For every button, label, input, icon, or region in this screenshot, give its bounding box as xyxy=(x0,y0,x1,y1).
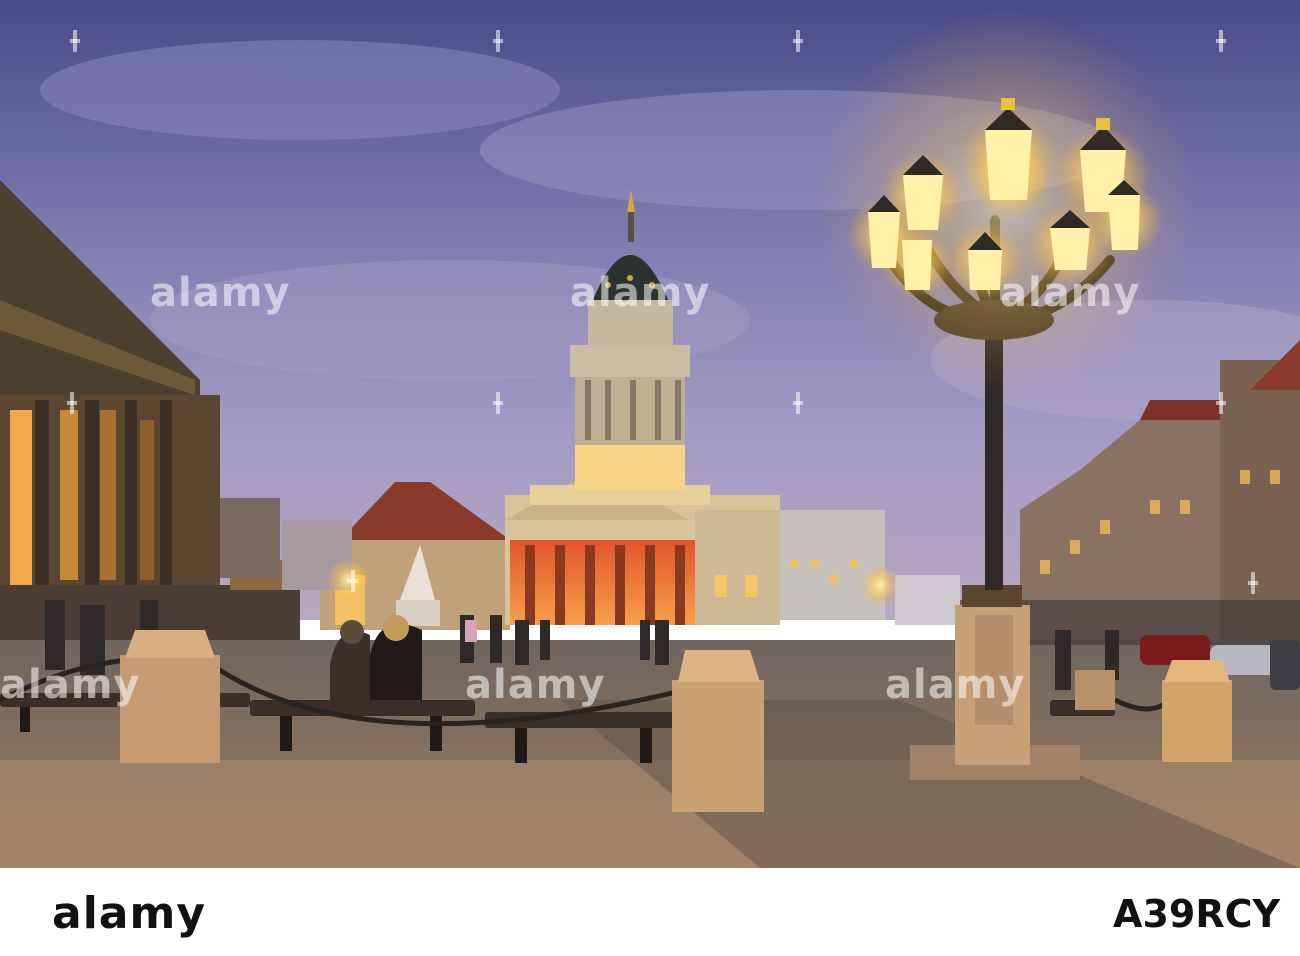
watermark-cross-icon xyxy=(70,30,80,52)
watermark-text: alamy xyxy=(150,270,291,316)
brand-logo: alamy xyxy=(52,888,206,939)
watermark-cross-icon xyxy=(1216,30,1226,52)
watermark-cross-icon xyxy=(793,30,803,52)
watermark-text: alamy xyxy=(885,662,1026,708)
watermark-cross-icon xyxy=(348,570,358,592)
footer-bar: alamy A39RCY xyxy=(0,868,1300,956)
watermark-cross-icon xyxy=(1216,392,1226,414)
watermark-text: alamy xyxy=(465,662,606,708)
watermark-cross-icon xyxy=(67,392,77,414)
watermark-text: alamy xyxy=(1000,270,1141,316)
watermark-cross-icon xyxy=(1248,572,1258,594)
watermark-cross-icon xyxy=(493,392,503,414)
watermark-text: alamy xyxy=(570,270,711,316)
watermark-text: alamy xyxy=(0,662,141,708)
image-id: A39RCY xyxy=(1113,892,1280,936)
watermark-cross-icon xyxy=(493,30,503,52)
watermark-cross-icon xyxy=(793,392,803,414)
photo: alamy alamy alamy alamy alamy alamy xyxy=(0,0,1300,868)
